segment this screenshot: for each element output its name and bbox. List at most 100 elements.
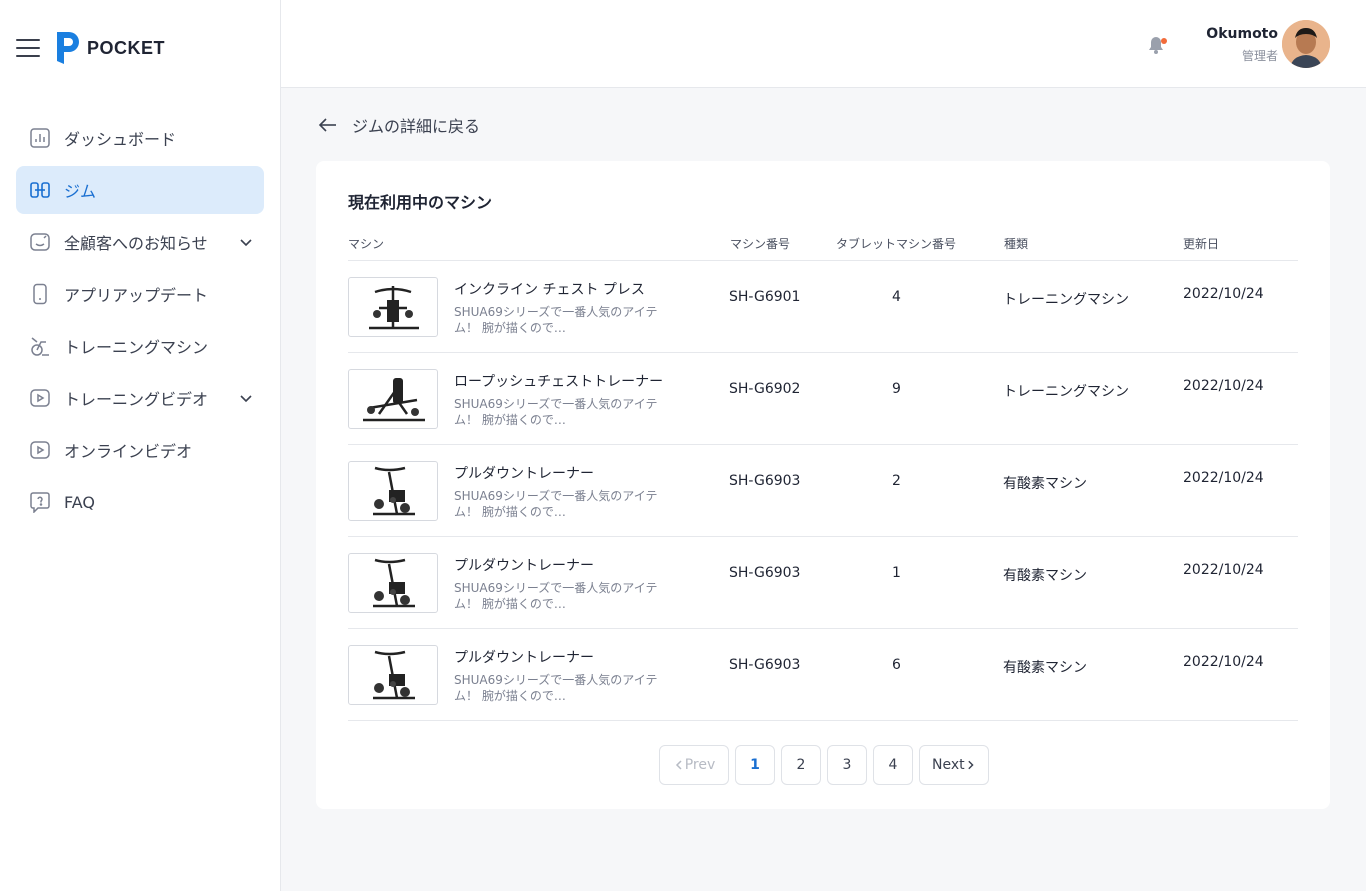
sidebar-item-label: アプリアップデート	[64, 286, 209, 305]
machine-number: SH-G6903	[729, 657, 801, 673]
machine-description: SHUA69シリーズで一番人気のアイテム！ 腕が描くので…	[454, 397, 658, 427]
table-row[interactable]: ロープッシュチェストトレーナー SHUA69シリーズで一番人気のアイテム！ 腕が描…	[348, 353, 1298, 445]
video-icon	[28, 438, 52, 462]
avatar[interactable]	[1282, 20, 1330, 68]
notification-dot	[1161, 38, 1167, 44]
user-info[interactable]: Okumoto 管理者	[1206, 26, 1278, 64]
sidebar-item-label: ジム	[64, 182, 97, 201]
machine-type: トレーニングマシン	[1003, 292, 1129, 308]
question-bubble-icon	[28, 490, 52, 514]
table-row[interactable]: プルダウントレーナー SHUA69シリーズで一番人気のアイテム！ 腕が描くので… S…	[348, 445, 1298, 537]
machine-thumbnail	[348, 553, 438, 613]
updated-date: 2022/10/24	[1183, 470, 1264, 486]
sidebar-item-label: 全顧客へのお知らせ	[64, 234, 208, 253]
sidebar: POCKET ダッシュボード ジム 全顧客へのお知らせ アプリアップデート トレ…	[0, 0, 281, 891]
table-row[interactable]: プルダウントレーナー SHUA69シリーズで一番人気のアイテム！ 腕が描くので… S…	[348, 537, 1298, 629]
sidebar-item-training-machines[interactable]: トレーニングマシン	[16, 322, 264, 370]
updated-date: 2022/10/24	[1183, 562, 1264, 578]
card-title: 現在利用中のマシン	[348, 193, 493, 212]
page-button-3[interactable]: 3	[827, 745, 867, 785]
chevron-right-icon	[967, 760, 974, 770]
machine-thumbnail	[348, 277, 438, 337]
sidebar-item-training-videos[interactable]: トレーニングビデオ	[16, 374, 264, 422]
column-header-tablet-number: タブレットマシン番号	[836, 237, 957, 251]
logo-text: POCKET	[87, 37, 166, 58]
video-icon	[28, 386, 52, 410]
updated-date: 2022/10/24	[1183, 654, 1264, 670]
machine-name[interactable]: インクライン チェスト プレス	[454, 279, 645, 299]
top-header: Okumoto 管理者	[281, 0, 1366, 88]
page-button-1[interactable]: 1	[735, 745, 775, 785]
notification-bell-icon[interactable]	[1145, 34, 1167, 56]
menu-icon[interactable]	[16, 39, 40, 57]
sidebar-item-label: ダッシュボード	[64, 130, 177, 149]
machine-type: 有酸素マシン	[1003, 660, 1087, 676]
machine-name[interactable]: プルダウントレーナー	[454, 463, 594, 483]
machines-card: 現在利用中のマシン マシン マシン番号 タブレットマシン番号 種類 更新日 イン…	[316, 161, 1330, 809]
arrow-left-icon	[318, 118, 336, 132]
machine-description: SHUA69シリーズで一番人気のアイテム！ 腕が描くので…	[454, 581, 658, 611]
machine-number: SH-G6903	[729, 565, 801, 581]
machine-number: SH-G6903	[729, 473, 801, 489]
machine-type: 有酸素マシン	[1003, 476, 1087, 492]
machine-number: SH-G6901	[729, 289, 801, 305]
machine-description: SHUA69シリーズで一番人気のアイテム！ 腕が描くので…	[454, 489, 658, 519]
page-button-2[interactable]: 2	[781, 745, 821, 785]
tablet-number: 9	[892, 381, 901, 397]
machine-thumbnail	[348, 369, 438, 429]
back-link[interactable]: ジムの詳細に戻る	[318, 113, 480, 137]
user-name: Okumoto	[1206, 26, 1278, 42]
sidebar-item-faq[interactable]: FAQ	[16, 478, 264, 526]
column-header-type: 種類	[1004, 237, 1029, 251]
sidebar-item-label: トレーニングビデオ	[64, 390, 209, 409]
sidebar-item-online-videos[interactable]: オンラインビデオ	[16, 426, 264, 474]
tablet-number: 6	[892, 657, 901, 673]
page-button-4[interactable]: 4	[873, 745, 913, 785]
machine-number: SH-G6902	[729, 381, 801, 397]
machine-name[interactable]: プルダウントレーナー	[454, 647, 594, 667]
tablet-number: 1	[892, 565, 901, 581]
sidebar-nav: ダッシュボード ジム 全顧客へのお知らせ アプリアップデート トレーニングマシン…	[16, 114, 264, 530]
updated-date: 2022/10/24	[1183, 378, 1264, 394]
sidebar-item-label: オンラインビデオ	[64, 442, 193, 461]
machine-type: 有酸素マシン	[1003, 568, 1087, 584]
bar-chart-icon	[28, 126, 52, 150]
machine-thumbnail	[348, 645, 438, 705]
updated-date: 2022/10/24	[1183, 286, 1264, 302]
machine-thumbnail	[348, 461, 438, 521]
sidebar-item-app-update[interactable]: アプリアップデート	[16, 270, 264, 318]
sidebar-item-label: FAQ	[64, 492, 95, 512]
next-label: Next	[932, 757, 965, 773]
tablet-number: 4	[892, 289, 901, 305]
prev-button[interactable]: Prev	[659, 745, 729, 785]
pagination: Prev 1 2 3 4 Next	[659, 745, 995, 785]
chevron-down-icon[interactable]	[238, 390, 254, 406]
back-link-label: ジムの詳細に戻る	[352, 117, 481, 136]
chevron-down-icon[interactable]	[238, 234, 254, 250]
gym-icon	[28, 178, 52, 202]
brand-bar: POCKET	[16, 30, 165, 66]
machine-type: トレーニングマシン	[1003, 384, 1129, 400]
logo[interactable]: POCKET	[55, 30, 165, 66]
logo-mark-icon	[57, 32, 79, 64]
column-header-machine: マシン	[348, 237, 385, 251]
next-button[interactable]: Next	[919, 745, 989, 785]
table-row[interactable]: プルダウントレーナー SHUA69シリーズで一番人気のアイテム！ 腕が描くので… S…	[348, 629, 1298, 721]
table-row[interactable]: インクライン チェスト プレス SHUA69シリーズで一番人気のアイテム！ 腕が描…	[348, 261, 1298, 353]
tablet-number: 2	[892, 473, 901, 489]
prev-label: Prev	[684, 757, 716, 773]
chevron-left-icon	[675, 760, 682, 770]
machine-description: SHUA69シリーズで一番人気のアイテム！ 腕が描くので…	[454, 305, 658, 335]
column-header-machine-number: マシン番号	[730, 237, 791, 251]
sidebar-item-gym[interactable]: ジム	[16, 166, 264, 214]
announcement-icon	[28, 230, 52, 254]
sidebar-item-announcements[interactable]: 全顧客へのお知らせ	[16, 218, 264, 266]
machine-name[interactable]: ロープッシュチェストトレーナー	[454, 371, 663, 391]
user-role: 管理者	[1241, 49, 1278, 63]
phone-icon	[28, 282, 52, 306]
sidebar-item-label: トレーニングマシン	[64, 338, 209, 357]
column-header-updated: 更新日	[1183, 237, 1220, 251]
machine-name[interactable]: プルダウントレーナー	[454, 555, 594, 575]
sidebar-item-dashboard[interactable]: ダッシュボード	[16, 114, 264, 162]
exercise-bike-icon	[28, 334, 52, 358]
